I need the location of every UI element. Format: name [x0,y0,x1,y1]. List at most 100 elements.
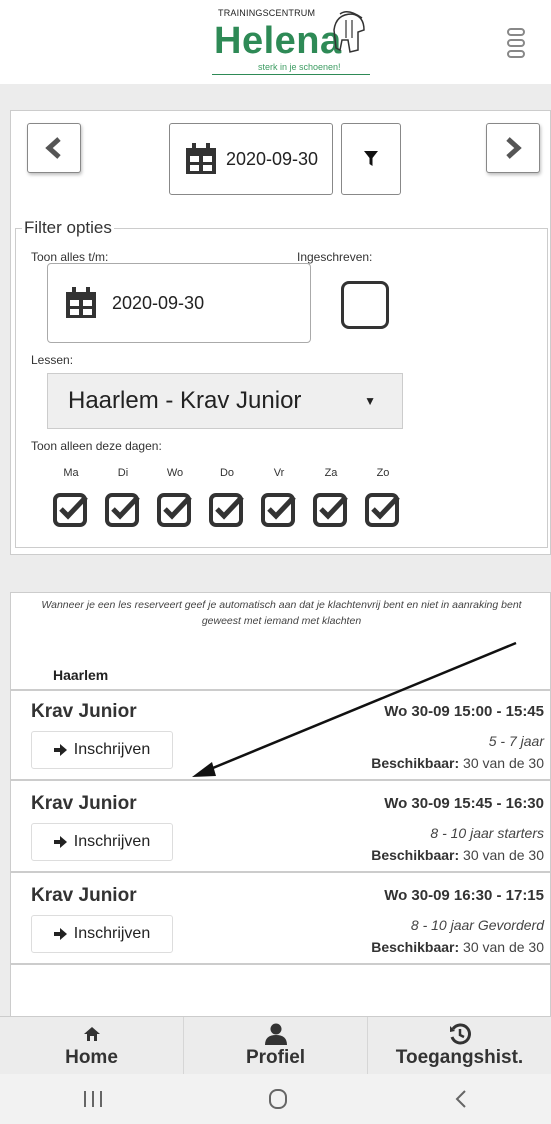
tab-label: Profiel [245,1046,306,1068]
reservation-notice: Wanneer je een les reserveert geef je au… [41,599,522,627]
availability-label: Beschikbaar: [371,939,460,955]
tab-home[interactable]: Home [0,1017,184,1074]
registered-label: Ingeschreven: [297,250,373,264]
chevron-left-icon [45,137,61,159]
register-button-label: Inschrijven [73,833,151,850]
lesson-age-group: 8 - 10 jaar Gevorderd [410,917,544,933]
lesson-time: Wo 30-09 15:00 - 15:45 [384,703,544,720]
day-label: Wo [166,467,184,479]
day-option-za: Za [311,467,351,527]
logo-title: Helena [214,20,342,62]
checkbox-checked-icon[interactable] [157,491,193,527]
home-circle-icon[interactable] [267,1088,289,1110]
logo-underline [212,74,370,75]
lesson-title: Krav Junior [31,885,137,906]
sign-in-icon [53,928,67,940]
day-label: Di [117,467,129,479]
lesson-row: Krav Junior Wo 30-09 15:00 - 15:45 Insch… [11,691,550,781]
lesson-row: Krav Junior Wo 30-09 16:30 - 17:15 Insch… [11,875,550,965]
user-icon [264,1023,287,1045]
calendar-icon [185,143,216,174]
lesson-title: Krav Junior [31,701,137,722]
checkbox-checked-icon[interactable] [261,491,297,527]
back-icon[interactable] [453,1089,469,1109]
checkbox-checked-icon[interactable] [365,491,401,527]
app-screen: TRAININGSCENTRUM Helena sterk in je scho… [0,0,551,1124]
registered-checkbox[interactable] [341,281,389,329]
availability-value: 30 van de 30 [463,939,544,955]
system-navigation-bar [0,1074,551,1124]
days-label: Toon alleen deze dagen: [31,439,162,453]
lesson-row: Krav Junior Wo 30-09 15:45 - 16:30 Insch… [11,783,550,873]
register-button[interactable]: Inschrijven [31,823,173,861]
register-button-label: Inschrijven [73,741,151,758]
selected-date: 2020-09-30 [225,148,319,169]
show-until-date-field[interactable]: 2020-09-30 [47,263,311,343]
lesson-availability: Beschikbaar: 30 van de 30 [371,755,544,771]
day-checkboxes: Ma Di Wo Do Vr Za Zo [51,467,403,527]
lesson-age-group: 5 - 7 jaar [488,733,544,749]
day-option-di: Di [103,467,143,527]
sign-in-icon [53,744,67,756]
bottom-tab-bar: Home Profiel Toegangshist. [0,1016,551,1074]
show-until-date-value: 2020-09-30 [112,292,205,313]
calendar-icon [66,287,96,318]
checkbox-checked-icon[interactable] [313,491,349,527]
filter-toggle-button[interactable] [341,123,401,195]
lesson-title: Krav Junior [31,793,137,814]
day-option-wo: Wo [155,467,195,527]
lesson-age-group: 8 - 10 jaar starters [430,825,544,841]
logo-tagline: sterk in je schoenen! [258,62,341,72]
menu-icon[interactable] [507,28,527,64]
tab-label: Toegangshist. [395,1046,524,1068]
logo: TRAININGSCENTRUM Helena sterk in je scho… [208,6,378,82]
lessons-select[interactable]: Haarlem - Krav Junior ▼ [47,373,403,429]
header: TRAININGSCENTRUM Helena sterk in je scho… [0,0,551,84]
lesson-list: Wanneer je een les reserveert geef je au… [10,592,551,1018]
date-picker-button[interactable]: 2020-09-30 [169,123,333,195]
filter-legend: Filter opties [24,218,112,237]
availability-label: Beschikbaar: [371,847,460,863]
day-label: Do [219,467,235,479]
day-label: Ma [63,467,79,479]
helmet-icon [333,11,365,53]
lesson-availability: Beschikbaar: 30 van de 30 [371,939,544,955]
next-day-button[interactable] [486,123,540,173]
tab-access-history[interactable]: Toegangshist. [368,1017,551,1074]
logo-small-text: TRAININGSCENTRUM [218,8,316,18]
checkbox-checked-icon[interactable] [53,491,89,527]
show-until-label: Toon alles t/m: [31,250,109,264]
history-icon [449,1023,471,1044]
day-label: Za [324,467,338,479]
lesson-availability: Beschikbaar: 30 van de 30 [371,847,544,863]
day-option-do: Do [207,467,247,527]
availability-value: 30 van de 30 [463,755,544,771]
tab-profile[interactable]: Profiel [184,1017,368,1074]
register-button[interactable]: Inschrijven [31,731,173,769]
tab-label: Home [65,1046,118,1068]
chevron-right-icon [506,137,522,159]
recent-apps-icon[interactable] [82,1089,104,1109]
lessons-select-value: Haarlem - Krav Junior [68,387,302,414]
lessons-label: Lessen: [31,353,74,367]
day-label: Zo [376,467,390,479]
filter-icon [364,151,378,166]
availability-label: Beschikbaar: [371,755,460,771]
lesson-time: Wo 30-09 16:30 - 17:15 [384,887,544,904]
day-label: Vr [273,467,285,479]
lesson-time: Wo 30-09 15:45 - 16:30 [384,795,544,812]
register-button-label: Inschrijven [73,925,151,942]
filter-card: 2020-09-30 Filter opties Toon alles t/m:… [10,110,551,555]
sign-in-icon [53,836,67,848]
availability-value: 30 van de 30 [463,847,544,863]
checkbox-checked-icon[interactable] [209,491,245,527]
dropdown-arrow-icon: ▼ [364,394,376,408]
register-button[interactable]: Inschrijven [31,915,173,953]
home-icon [83,1026,100,1041]
day-option-zo: Zo [363,467,403,527]
previous-day-button[interactable] [27,123,81,173]
checkbox-checked-icon[interactable] [105,491,141,527]
day-option-vr: Vr [259,467,299,527]
day-option-ma: Ma [51,467,91,527]
location-header: Haarlem [11,659,550,691]
